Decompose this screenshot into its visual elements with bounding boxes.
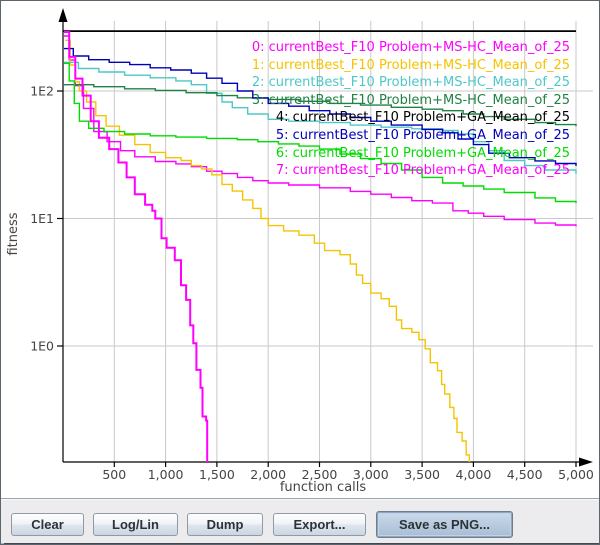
legend-item-5: 5: currentBest_F10 Problem+GA_Mean_of_25 <box>252 127 570 145</box>
x-tick-label: 5,000 <box>558 467 594 482</box>
series-line-7 <box>64 32 207 468</box>
clear-button[interactable]: Clear <box>11 513 84 536</box>
legend-item-6: 6: currentBest_F10 Problem+GA_Mean_of_25 <box>252 145 570 163</box>
x-tick-label: 1,500 <box>199 467 235 482</box>
y-axis-title: fitness <box>6 212 21 255</box>
y-axis-arrow-icon <box>59 8 68 22</box>
loglin-button[interactable]: Log/Lin <box>93 513 178 536</box>
legend-item-1: 1: currentBest_F10 Problem+MS-HC_Mean_of… <box>252 57 570 75</box>
x-tick-label: 4,500 <box>507 467 543 482</box>
x-tick-label: 3,500 <box>404 467 440 482</box>
x-axis-arrow-icon <box>579 458 593 467</box>
save-png-button[interactable]: Save as PNG... <box>376 511 513 538</box>
legend-item-2: 2: currentBest_F10 Problem+MS-HC_Mean_of… <box>252 74 570 92</box>
legend-item-0: 0: currentBest_F10 Problem+MS-HC_Mean_of… <box>252 39 570 57</box>
chart-panel: 1E21E11E05001,0001,5002,0002,5003,0003,5… <box>1 1 600 498</box>
legend-item-7: 7: currentBest_F10 Problem+GA_Mean_of_25 <box>252 162 570 180</box>
y-tick-label: 1E1 <box>30 211 54 226</box>
export-button[interactable]: Export... <box>273 513 366 536</box>
dump-button[interactable]: Dump <box>187 513 263 536</box>
x-tick-label: 500 <box>102 467 126 482</box>
legend-item-3: 3: currentBest_F10 Problem+MS-HC_Mean_of… <box>252 92 570 110</box>
x-axis-title: function calls <box>280 480 367 495</box>
y-tick-label: 1E2 <box>30 84 54 99</box>
x-tick-label: 1,000 <box>148 467 184 482</box>
x-tick-label: 4,000 <box>456 467 492 482</box>
plot-window: 1E21E11E05001,0001,5002,0002,5003,0003,5… <box>0 0 600 545</box>
button-toolbar: Clear Log/Lin Dump Export... Save as PNG… <box>1 498 600 543</box>
y-tick-label: 1E0 <box>30 339 54 354</box>
chart-legend: 0: currentBest_F10 Problem+MS-HC_Mean_of… <box>252 39 570 180</box>
legend-item-4: 4: currentBest_F10 Problem+GA_Mean_of_25 <box>252 109 570 127</box>
